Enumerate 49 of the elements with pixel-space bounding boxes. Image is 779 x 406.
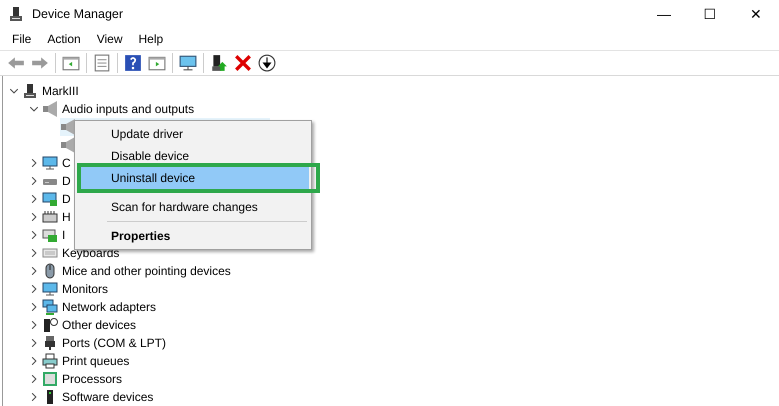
unknown-device-icon [42, 317, 58, 333]
tree-item[interactable]: Other devices [61, 317, 138, 333]
menu-item[interactable]: Scan for hardware changes [77, 196, 309, 218]
monitor-icon [42, 155, 58, 171]
card-icon [42, 227, 58, 243]
tree-item[interactable]: D [61, 191, 72, 207]
tree-item[interactable]: Audio inputs and outputs [61, 101, 196, 117]
pane-icon[interactable] [148, 54, 166, 72]
tree-item[interactable]: Ports (COM & LPT) [61, 335, 168, 351]
close-button[interactable]: ✕ [733, 0, 779, 28]
tree-item[interactable]: C [61, 155, 72, 171]
tree-item[interactable]: Network adapters [61, 299, 158, 315]
printer-icon [42, 353, 58, 369]
menu-item[interactable]: Disable device [77, 145, 309, 167]
tree-item[interactable]: Processors [61, 371, 124, 387]
menu-item[interactable]: Properties [77, 225, 309, 247]
menu-item[interactable]: Update driver [77, 123, 309, 145]
device-arrow-icon[interactable] [210, 54, 228, 72]
keyboard-device-icon [42, 209, 58, 225]
computer-icon [8, 6, 24, 22]
tree-item[interactable]: D [61, 173, 72, 189]
monitor-icon[interactable] [179, 54, 197, 72]
tree-item[interactable]: I [61, 227, 66, 243]
tree-item[interactable]: Mice and other pointing devices [61, 263, 232, 279]
menu-item[interactable]: File [4, 28, 40, 50]
delete-icon[interactable] [234, 54, 252, 72]
tree-item[interactable]: Software devices [61, 389, 154, 405]
menu-item[interactable]: Action [39, 28, 89, 50]
chip-icon [42, 371, 58, 387]
menu-item[interactable]: Help [130, 28, 172, 50]
window-title: Device Manager [32, 6, 124, 23]
network-icon [42, 299, 58, 315]
computer-icon [22, 83, 38, 99]
maximize-button[interactable]: ☐ [687, 0, 733, 28]
document-icon[interactable] [93, 54, 111, 72]
tree-item[interactable]: H [61, 209, 72, 225]
tree-item[interactable]: Keyboards [61, 245, 120, 261]
speaker-icon [42, 101, 58, 117]
minimize-button[interactable]: — [641, 0, 687, 28]
download-icon[interactable] [258, 54, 276, 72]
tree-item[interactable]: MarkIII [41, 83, 80, 99]
port-icon [42, 335, 58, 351]
menu-item[interactable]: View [88, 28, 130, 50]
tree-item[interactable]: Print queues [61, 353, 130, 369]
tree-item[interactable]: Monitors [61, 281, 110, 297]
display-adapter-icon [42, 191, 58, 207]
pane-icon[interactable] [62, 54, 80, 72]
help-icon[interactable] [124, 54, 142, 72]
monitor-icon [42, 281, 58, 297]
